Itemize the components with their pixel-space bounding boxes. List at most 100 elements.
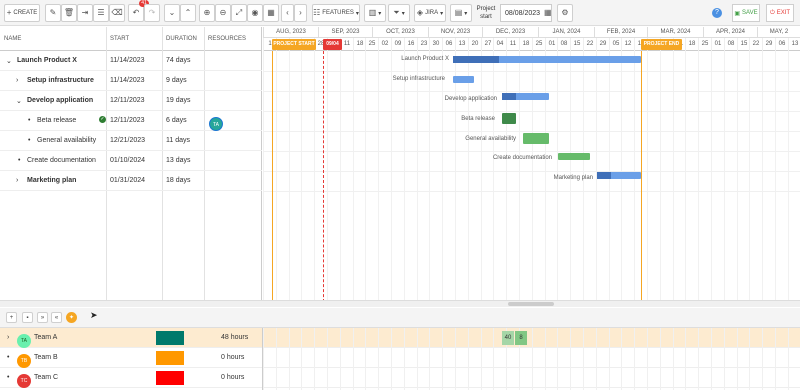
collapse-resources-button[interactable]: « — [51, 312, 62, 323]
delete-resource-button[interactable]: ▪ — [22, 312, 33, 323]
target-icon: ◉ — [251, 8, 259, 17]
create-button[interactable]: + CREATE — [4, 4, 40, 22]
task-bar-beta-release[interactable] — [502, 113, 516, 124]
day-column — [762, 51, 763, 307]
add-resource-button[interactable]: + — [6, 312, 17, 323]
column-header-start[interactable]: START — [110, 36, 129, 42]
table-row[interactable]: • Beta release ✓ 12/11/2023 6 days TA — [0, 111, 262, 131]
exit-button[interactable]: ⏻ EXIT — [766, 4, 794, 22]
save-button[interactable]: ▣ SAVE — [732, 4, 760, 22]
gantt-timeline[interactable]: AUG, 2023 SEP, 2023 OCT, 2023 NOV, 2023 … — [263, 27, 800, 307]
bar-label: Create documentation — [492, 155, 552, 161]
column-header-duration[interactable]: DURATION — [166, 36, 197, 42]
previous-button[interactable]: ‹ — [281, 4, 294, 22]
horizontal-scrollbar[interactable] — [0, 300, 800, 307]
table-row[interactable]: ⌄ Develop application 12/11/2023 19 days — [0, 91, 262, 111]
chevron-down-icon[interactable]: ⌄ — [16, 97, 22, 105]
exit-icon: ⏻ — [769, 9, 775, 16]
outdent-button[interactable]: ☰ — [93, 4, 109, 22]
day-header: 25 — [365, 38, 378, 51]
day-header: 22 — [749, 38, 762, 51]
day-column — [340, 51, 341, 307]
eraser-button[interactable]: ⌫ — [109, 4, 125, 22]
redo-button[interactable]: ↷ — [144, 4, 160, 22]
sliders-icon: ☷ — [313, 8, 321, 17]
project-start-date-field[interactable]: 08/08/2023 ▦ — [500, 4, 552, 22]
day-header: 01 — [711, 38, 724, 51]
export-menu-button[interactable]: ▤ ▾ — [450, 4, 472, 22]
task-bar-launch-product-x[interactable] — [453, 56, 641, 63]
day-column — [404, 51, 405, 307]
help-icon[interactable]: ? — [712, 8, 722, 18]
features-menu-button[interactable]: ☷ FEATURES ▾ — [312, 4, 360, 22]
day-column — [711, 51, 712, 307]
zoom-fit-button[interactable]: ⤢ — [231, 4, 247, 22]
indent-button[interactable]: ⇥ — [77, 4, 93, 22]
table-row[interactable]: › Marketing plan 01/31/2024 18 days — [0, 171, 262, 191]
resource-color-swatch[interactable] — [156, 371, 184, 385]
expand-resources-button[interactable]: » — [37, 312, 48, 323]
task-bar-create-documentation[interactable] — [558, 153, 590, 160]
resource-day-column — [353, 328, 354, 390]
day-column — [276, 51, 277, 307]
chevron-right-icon[interactable]: › — [7, 334, 9, 341]
month-header: JAN, 2024 — [538, 27, 594, 38]
day-header: 13 — [788, 38, 800, 51]
resource-name: Team A — [34, 334, 58, 341]
zoom-out-icon: ⊖ — [219, 8, 227, 17]
timeline-months: AUG, 2023 SEP, 2023 OCT, 2023 NOV, 2023 … — [263, 27, 800, 38]
columns-menu-button[interactable]: ▥ ▾ — [364, 4, 386, 22]
column-header-resources[interactable]: RESOURCES — [208, 36, 246, 42]
row-line — [263, 191, 800, 192]
expand-all-button[interactable]: ⌄ — [164, 4, 180, 22]
scroll-to-today-button[interactable]: ◉ — [247, 4, 263, 22]
collapse-all-button[interactable]: ⌃ — [180, 4, 196, 22]
today-marker: 09/04 — [323, 39, 342, 50]
task-bar-setup-infrastructure[interactable] — [453, 76, 474, 83]
resource-avatar[interactable]: TA — [209, 117, 223, 131]
edit-button[interactable]: ✎ — [45, 4, 61, 22]
lightbulb-icon[interactable]: ✦ — [66, 312, 77, 323]
jira-menu-button[interactable]: ◈ JIRA ▾ — [414, 4, 446, 22]
calendar-button[interactable]: ▦ — [263, 4, 279, 22]
table-row[interactable]: • General availability 12/21/2023 11 day… — [0, 131, 262, 151]
table-row[interactable]: › Setup infrastructure 11/14/2023 9 days — [0, 71, 262, 91]
pencil-icon: ✎ — [49, 8, 57, 17]
zoom-in-button[interactable]: ⊕ — [199, 4, 215, 22]
resource-row[interactable]: › TA Team A 48 hours — [0, 328, 800, 348]
row-line — [263, 171, 800, 172]
day-header: 11 — [506, 38, 519, 51]
next-button[interactable]: › — [294, 4, 307, 22]
zoom-out-button[interactable]: ⊖ — [215, 4, 231, 22]
table-row[interactable]: • Create documentation 01/10/2024 13 day… — [0, 151, 262, 171]
resource-color-swatch[interactable] — [156, 331, 184, 345]
settings-button[interactable]: ⚙ — [557, 4, 573, 22]
chevron-down-icon[interactable]: ⌄ — [6, 57, 12, 65]
resource-day-column — [391, 328, 392, 390]
day-column — [301, 51, 302, 307]
resource-row[interactable]: • TC Team C 0 hours — [0, 368, 800, 388]
gear-icon: ⚙ — [561, 8, 569, 17]
day-column — [481, 51, 482, 307]
day-header: 06 — [775, 38, 788, 51]
column-header-name[interactable]: NAME — [4, 36, 21, 42]
resource-color-swatch[interactable] — [156, 351, 184, 365]
resource-day-column — [647, 328, 648, 390]
indent-icon: ⇥ — [81, 8, 89, 17]
task-bar-marketing-plan[interactable] — [597, 172, 641, 179]
scrollbar-thumb[interactable] — [508, 302, 554, 306]
delete-button[interactable]: 🗑 — [61, 4, 77, 22]
day-column — [673, 51, 674, 307]
bullet-icon: • — [18, 157, 21, 164]
chevron-right-icon[interactable]: › — [16, 77, 18, 84]
chevron-right-icon[interactable]: › — [16, 177, 18, 184]
filter-menu-button[interactable]: ⏷ ▾ — [388, 4, 410, 22]
resource-toolbar: + ▪ » « ✦ ➤ — [0, 308, 800, 328]
timeline-days: 1714212804111825020916233006132027041118… — [263, 38, 800, 51]
task-bar-develop-application[interactable] — [502, 93, 549, 100]
task-bar-general-availability[interactable] — [523, 133, 549, 144]
table-row[interactable]: ⌄ Launch Product X 11/14/2023 74 days — [0, 51, 262, 71]
day-header: 20 — [468, 38, 481, 51]
task-name: Beta release — [37, 117, 77, 124]
resource-row[interactable]: • TB Team B 0 hours — [0, 348, 800, 368]
